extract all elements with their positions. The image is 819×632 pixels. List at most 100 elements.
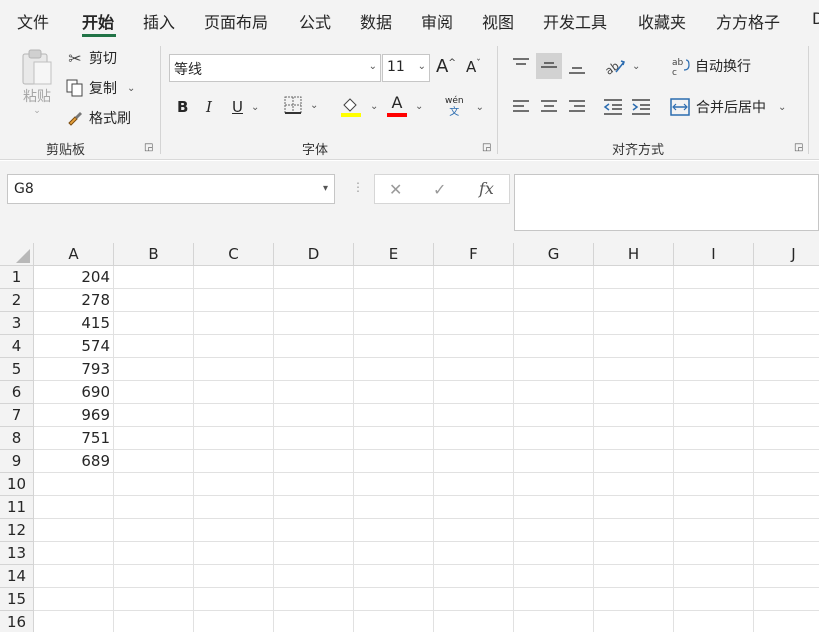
- cut-button[interactable]: ✂ 剪切: [66, 48, 117, 68]
- row-header-4[interactable]: 4: [0, 335, 34, 358]
- row-header-7[interactable]: 7: [0, 404, 34, 427]
- cell-a6[interactable]: 690: [34, 381, 114, 404]
- column-header-e[interactable]: E: [354, 243, 434, 266]
- decrease-font-size-button[interactable]: Aˇ: [466, 58, 481, 76]
- cell-a2[interactable]: 278: [34, 289, 114, 312]
- paste-button[interactable]: 粘贴 ⌄: [20, 48, 54, 116]
- copy-button[interactable]: 复制 ⌄: [66, 78, 135, 98]
- row-header-13[interactable]: 13: [0, 542, 34, 565]
- cell-a4[interactable]: 574: [34, 335, 114, 358]
- phonetic-guide-button[interactable]: wén 文 ⌄: [445, 96, 484, 118]
- middle-align-button[interactable]: [536, 53, 562, 79]
- row-header-12[interactable]: 12: [0, 519, 34, 542]
- row-header-16[interactable]: 16: [0, 611, 34, 632]
- row-header-15[interactable]: 15: [0, 588, 34, 611]
- font-name-combo[interactable]: 等线 ⌄: [169, 54, 381, 82]
- select-all-corner[interactable]: [0, 243, 34, 266]
- row-header-6[interactable]: 6: [0, 381, 34, 404]
- row-header-8[interactable]: 8: [0, 427, 34, 450]
- column-header-i[interactable]: I: [674, 243, 754, 266]
- merge-center-button[interactable]: 合并后居中 ⌄: [670, 97, 786, 117]
- increase-indent-button[interactable]: [628, 94, 654, 120]
- increase-font-size-button[interactable]: A^: [436, 56, 456, 77]
- chevron-down-icon[interactable]: ⌄: [127, 83, 135, 94]
- cell-a3[interactable]: 415: [34, 312, 114, 335]
- cell-a5[interactable]: 793: [34, 358, 114, 381]
- align-center-button[interactable]: [536, 94, 562, 120]
- menu-home[interactable]: 开始: [82, 9, 114, 33]
- row-header-2[interactable]: 2: [0, 289, 34, 312]
- row-header-14[interactable]: 14: [0, 565, 34, 588]
- menu-developer[interactable]: 开发工具: [543, 9, 607, 33]
- menu-review[interactable]: 审阅: [421, 9, 453, 33]
- cell-a9[interactable]: 689: [34, 450, 114, 473]
- font-size-combo[interactable]: 11 ⌄: [382, 54, 430, 82]
- row-header-3[interactable]: 3: [0, 312, 34, 335]
- font-color-button[interactable]: A ⌄: [387, 95, 423, 117]
- fill-color-button[interactable]: ⌄: [340, 95, 378, 117]
- menu-data[interactable]: 数据: [360, 9, 392, 33]
- wrap-text-button[interactable]: ab c 自动换行: [672, 56, 751, 76]
- column-header-b[interactable]: B: [114, 243, 194, 266]
- menu-page-layout[interactable]: 页面布局: [204, 9, 268, 33]
- bottom-align-button[interactable]: [564, 53, 590, 79]
- orientation-button[interactable]: ab ⌄: [604, 56, 640, 76]
- row-header-9[interactable]: 9: [0, 450, 34, 473]
- column-header-j[interactable]: J: [754, 243, 819, 266]
- dialog-launcher-icon[interactable]: ◲: [482, 142, 491, 153]
- cancel-icon[interactable]: ✕: [389, 180, 402, 199]
- decrease-indent-button[interactable]: [600, 94, 626, 120]
- column-header-h[interactable]: H: [594, 243, 674, 266]
- chevron-down-icon[interactable]: ⌄: [476, 102, 484, 113]
- dialog-launcher-icon[interactable]: ◲: [144, 142, 153, 153]
- menu-view[interactable]: 视图: [482, 9, 514, 33]
- worksheet-grid[interactable]: A B C D E F G H I J 1 2 3 4 5 6 7 8 9 10 11 12 13 14 15 16 204 278 4…: [0, 243, 819, 632]
- menu-formulas[interactable]: 公式: [299, 9, 331, 33]
- chevron-down-icon[interactable]: ⌄: [415, 101, 423, 112]
- chevron-down-icon[interactable]: ⌄: [369, 61, 377, 72]
- chevron-down-icon[interactable]: ⌄: [251, 102, 259, 113]
- formula-bar-grip-icon[interactable]: ⋮: [352, 180, 364, 194]
- italic-button[interactable]: I: [206, 98, 212, 116]
- chevron-down-icon[interactable]: ▾: [323, 183, 328, 194]
- row-header-10[interactable]: 10: [0, 473, 34, 496]
- gridline-horizontal: [34, 610, 819, 611]
- enter-icon[interactable]: ✓: [433, 180, 446, 199]
- menu-file[interactable]: 文件: [17, 9, 49, 33]
- column-header-g[interactable]: G: [514, 243, 594, 266]
- row-header-5[interactable]: 5: [0, 358, 34, 381]
- bold-button[interactable]: B: [177, 98, 188, 116]
- menu-fangfang[interactable]: 方方格子: [716, 9, 780, 33]
- cell-a8[interactable]: 751: [34, 427, 114, 450]
- menu-insert[interactable]: 插入: [143, 9, 175, 33]
- column-header-f[interactable]: F: [434, 243, 514, 266]
- format-painter-button[interactable]: 格式刷: [66, 108, 131, 128]
- dialog-launcher-icon[interactable]: ◲: [794, 142, 803, 153]
- menu-overflow[interactable]: D: [812, 9, 819, 28]
- row-header-1[interactable]: 1: [0, 266, 34, 289]
- top-align-button[interactable]: [508, 53, 534, 79]
- column-header-a[interactable]: A: [34, 243, 114, 266]
- cell-a7[interactable]: 969: [34, 404, 114, 427]
- menu-favorites[interactable]: 收藏夹: [638, 9, 686, 33]
- copy-label: 复制: [89, 81, 117, 97]
- column-header-c[interactable]: C: [194, 243, 274, 266]
- align-right-button[interactable]: [564, 94, 590, 120]
- cell-a1[interactable]: 204: [34, 266, 114, 289]
- chevron-down-icon[interactable]: ⌄: [310, 100, 318, 111]
- chevron-down-icon[interactable]: ⌄: [778, 102, 786, 113]
- borders-button[interactable]: ⌄: [284, 96, 318, 114]
- gridline-horizontal: [34, 357, 819, 358]
- name-box[interactable]: G8 ▾: [7, 174, 335, 204]
- text-orientation-icon: ab: [604, 59, 625, 76]
- chevron-down-icon[interactable]: ⌄: [370, 101, 378, 112]
- insert-function-icon[interactable]: fx: [479, 179, 494, 198]
- column-header-d[interactable]: D: [274, 243, 354, 266]
- chevron-down-icon[interactable]: ⌄: [418, 61, 426, 72]
- chevron-down-icon[interactable]: ⌄: [632, 61, 640, 72]
- underline-button[interactable]: U ⌄: [232, 98, 259, 116]
- select-all-triangle-icon: [16, 249, 30, 263]
- formula-input[interactable]: [514, 174, 819, 231]
- row-header-11[interactable]: 11: [0, 496, 34, 519]
- align-left-button[interactable]: [508, 94, 534, 120]
